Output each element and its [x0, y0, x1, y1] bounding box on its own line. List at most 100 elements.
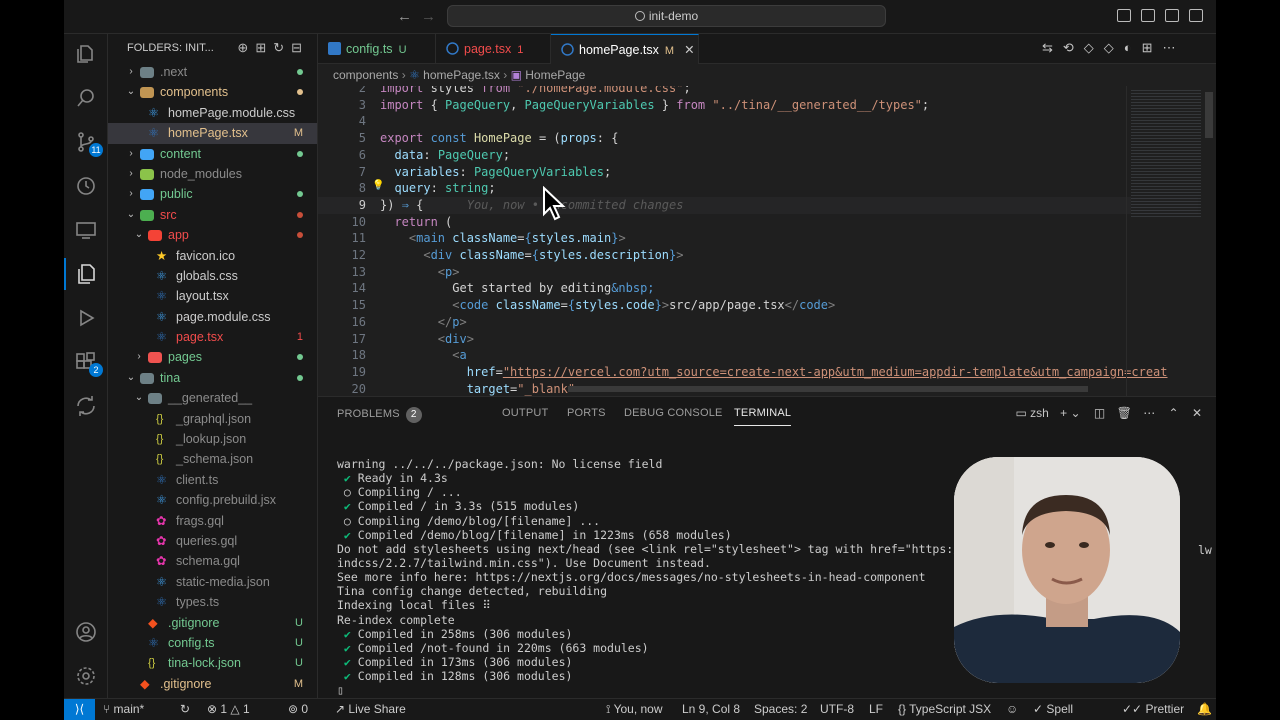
- explorer-toolbar[interactable]: ⊕⊞↻⊟: [237, 34, 309, 62]
- breadcrumb-folder[interactable]: components: [333, 68, 398, 82]
- tree-item[interactable]: ✿ schema.gql: [108, 551, 317, 571]
- tree-item[interactable]: ⌄ app: [108, 225, 317, 245]
- spell-check[interactable]: ✓ Spell: [1033, 699, 1073, 720]
- chevron-down-icon[interactable]: ⌄: [126, 205, 136, 225]
- tree-item[interactable]: › public: [108, 184, 317, 204]
- chevron-right-icon[interactable]: ›: [126, 144, 136, 164]
- tree-item[interactable]: › node_modules: [108, 164, 317, 184]
- tab-page-tsx[interactable]: page.tsx 1: [436, 34, 551, 64]
- chevron-down-icon[interactable]: ⌄: [1071, 406, 1081, 420]
- tab-debug-console[interactable]: DEBUG CONSOLE: [624, 407, 723, 419]
- tree-item[interactable]: ⚛ homePage.module.css: [108, 103, 317, 123]
- sync-icon[interactable]: ↻: [180, 699, 190, 720]
- tree-item[interactable]: ⚛ config.prebuild.jsx: [108, 490, 317, 510]
- tree-item[interactable]: {} tina-lock.json U: [108, 653, 317, 673]
- git-blame[interactable]: ⟟ You, now: [606, 699, 663, 720]
- minimap[interactable]: [1126, 86, 1216, 396]
- new-terminal-icon[interactable]: +: [1060, 406, 1067, 420]
- tree-item[interactable]: › content: [108, 144, 317, 164]
- chevron-down-icon[interactable]: ⌄: [134, 388, 144, 408]
- chevron-down-icon[interactable]: ⌄: [126, 368, 136, 388]
- tree-item[interactable]: ◆ .gitignore U: [108, 613, 317, 633]
- cursor-position[interactable]: Ln 9, Col 8: [682, 699, 740, 720]
- live-share-icon[interactable]: [64, 386, 108, 426]
- toggle-sidebar-icon[interactable]: [1117, 9, 1131, 22]
- prettier-status[interactable]: ✓✓ Prettier: [1122, 699, 1184, 720]
- tree-item[interactable]: ⚛ config.ts U: [108, 633, 317, 653]
- chevron-right-icon[interactable]: ›: [126, 164, 136, 184]
- explorer-icon[interactable]: [64, 34, 108, 74]
- tree-item[interactable]: ⌄ components: [108, 82, 317, 102]
- tree-item[interactable]: {} _graphql.json: [108, 409, 317, 429]
- remote-indicator-icon[interactable]: ⟩⟨: [64, 699, 95, 720]
- toggle-panel-icon[interactable]: [1141, 9, 1155, 22]
- shell-label[interactable]: zsh: [1030, 406, 1049, 420]
- notifications-bell-icon[interactable]: 🔔: [1197, 699, 1212, 720]
- editor-scrollbar[interactable]: [1205, 92, 1213, 138]
- tree-item[interactable]: › pages: [108, 347, 317, 367]
- tab-problems[interactable]: PROBLEMS 2: [337, 407, 422, 423]
- run-debug-icon[interactable]: [64, 298, 108, 338]
- toggle-secondary-sidebar-icon[interactable]: [1165, 9, 1179, 22]
- copilot-icon[interactable]: ☺: [1006, 699, 1018, 720]
- tree-item[interactable]: ⌄ tina: [108, 368, 317, 388]
- tree-item[interactable]: {} _schema.json: [108, 449, 317, 469]
- tree-item[interactable]: ⚛ page.tsx 1: [108, 327, 317, 347]
- timeline-icon[interactable]: [64, 166, 108, 206]
- code-editor[interactable]: 2 import styles from "./homePage.module.c…: [318, 86, 1198, 396]
- tree-item[interactable]: ⚛ layout.tsx: [108, 286, 317, 306]
- breadcrumb-symbol[interactable]: HomePage: [525, 68, 585, 82]
- tree-item[interactable]: ✿ queries.gql: [108, 531, 317, 551]
- tree-item[interactable]: ✿ frags.gql: [108, 511, 317, 531]
- back-arrow-icon[interactable]: ←: [397, 8, 412, 25]
- source-control-icon[interactable]: 11: [64, 122, 108, 162]
- close-panel-icon[interactable]: ✕: [1192, 406, 1202, 420]
- command-center[interactable]: init-demo: [447, 5, 886, 27]
- extensions-icon[interactable]: 2: [64, 342, 108, 382]
- remote-explorer-icon[interactable]: [64, 210, 108, 250]
- tree-item[interactable]: ◆ .gitignore M: [108, 674, 317, 694]
- split-terminal-icon[interactable]: ◫: [1094, 406, 1105, 420]
- forward-arrow-icon[interactable]: →: [421, 8, 436, 25]
- chevron-down-icon[interactable]: ⌄: [126, 82, 136, 102]
- more-actions-icon[interactable]: ⋯: [1143, 406, 1155, 420]
- tab-ports[interactable]: PORTS: [567, 407, 606, 419]
- tree-item[interactable]: ⚛ globals.css: [108, 266, 317, 286]
- editor-actions[interactable]: ⇆⟲◇◇◐⊞⋯: [1042, 40, 1186, 56]
- trash-icon[interactable]: 🗑: [1117, 406, 1132, 420]
- tree-item[interactable]: › .next: [108, 62, 317, 82]
- horizontal-scrollbar[interactable]: [568, 386, 1088, 392]
- tree-item[interactable]: ⚛ static-media.json: [108, 572, 317, 592]
- problems-indicator[interactable]: ⊗ 1 △ 1: [207, 699, 250, 720]
- accounts-icon[interactable]: [64, 612, 108, 652]
- encoding[interactable]: UTF-8: [820, 699, 854, 720]
- tree-item[interactable]: ★ favicon.ico: [108, 246, 317, 266]
- search-icon[interactable]: [64, 78, 108, 118]
- line-ending[interactable]: LF: [869, 699, 883, 720]
- chevron-right-icon[interactable]: ›: [126, 62, 136, 82]
- breadcrumb-file[interactable]: homePage.tsx: [423, 68, 500, 82]
- tree-item[interactable]: ⌄ __generated__: [108, 388, 317, 408]
- chevron-right-icon[interactable]: ›: [126, 184, 136, 204]
- tree-item[interactable]: {} _lookup.json: [108, 429, 317, 449]
- tree-item[interactable]: ⚛ homePage.tsx M: [108, 123, 317, 144]
- chevron-right-icon[interactable]: ›: [134, 347, 144, 367]
- tree-item[interactable]: ⚛ types.ts: [108, 592, 317, 612]
- customize-layout-icon[interactable]: [1189, 9, 1203, 22]
- live-share-button[interactable]: ↗ Live Share: [335, 699, 406, 720]
- tab-homepage-tsx[interactable]: homePage.tsx M ✕: [551, 34, 699, 64]
- close-tab-icon[interactable]: ✕: [684, 43, 694, 57]
- ports-indicator[interactable]: ⊚ 0: [288, 699, 308, 720]
- chevron-down-icon[interactable]: ⌄: [134, 225, 144, 245]
- tree-item[interactable]: ⚛ client.ts: [108, 470, 317, 490]
- tree-item[interactable]: ⚛ page.module.css: [108, 307, 317, 327]
- indentation[interactable]: Spaces: 2: [754, 699, 807, 720]
- maximize-panel-icon[interactable]: ⌃: [1169, 406, 1179, 420]
- tab-output[interactable]: OUTPUT: [502, 407, 548, 419]
- branch-indicator[interactable]: ⑂ main*: [103, 699, 144, 720]
- copy-files-icon[interactable]: [64, 254, 108, 294]
- settings-gear-icon[interactable]: [64, 656, 108, 696]
- lightbulb-icon[interactable]: 💡: [372, 180, 384, 191]
- tab-terminal[interactable]: TERMINAL: [734, 407, 792, 426]
- language-mode[interactable]: {} TypeScript JSX: [898, 699, 991, 720]
